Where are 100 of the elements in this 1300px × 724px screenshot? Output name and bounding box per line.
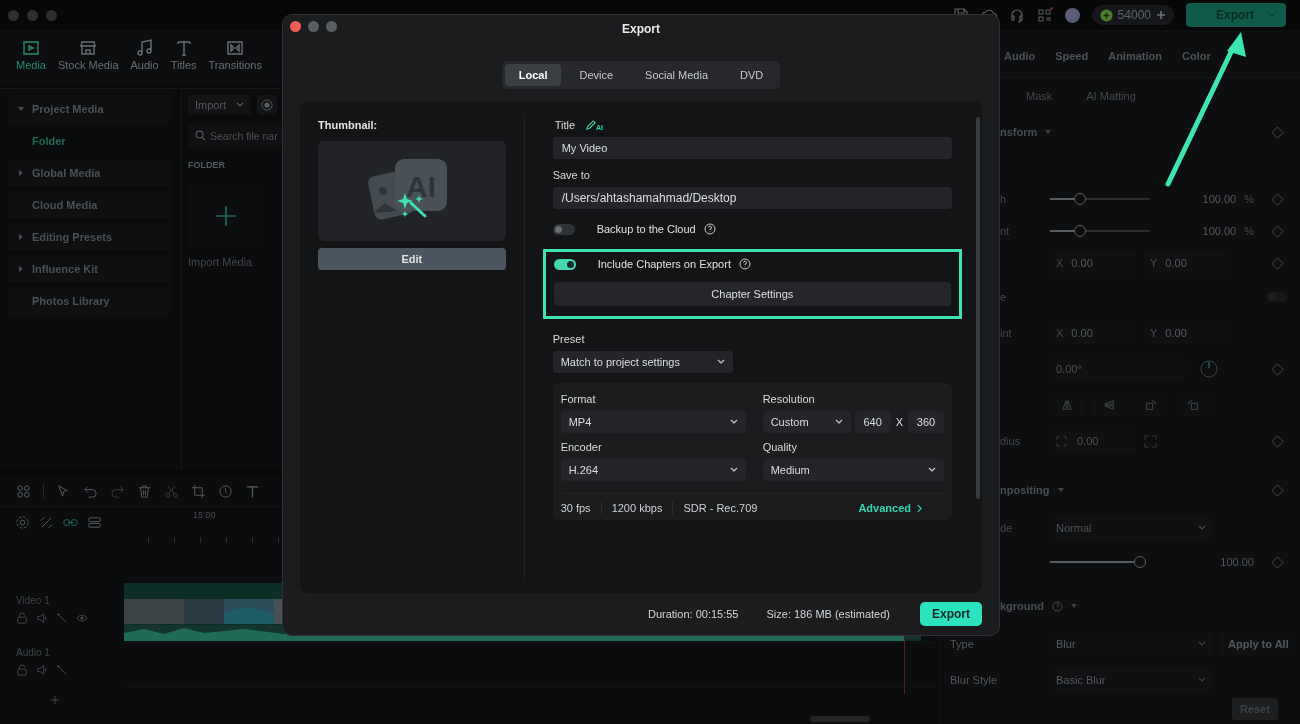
search-field[interactable]: Search file nar	[188, 123, 282, 148]
plus-icon[interactable]	[1156, 10, 1166, 20]
window-control[interactable]	[27, 9, 38, 21]
resolution-dropdown[interactable]: Custom	[762, 411, 851, 433]
window-control[interactable]	[46, 9, 57, 21]
path-field[interactable]: /Users/ahtashamahmad/Desktop	[552, 187, 952, 209]
sub-tab[interactable]: Mask	[1026, 90, 1053, 114]
title-field[interactable]: My Video	[552, 137, 952, 159]
sidebar-item[interactable]: Influence Kit	[8, 255, 173, 283]
caret-icon[interactable]	[18, 234, 24, 240]
chapter-settings-button[interactable]: Chapter Settings	[553, 282, 951, 306]
wand-icon[interactable]	[56, 612, 68, 624]
toggle-switch[interactable]	[553, 258, 576, 270]
headset-icon[interactable]	[1008, 7, 1025, 23]
sidebar-item[interactable]: Project Media	[8, 95, 173, 123]
keyframe-icon[interactable]	[1270, 362, 1284, 376]
eye-icon[interactable]	[76, 612, 88, 624]
slider[interactable]	[1050, 225, 1150, 237]
toolbar-tab[interactable]: Media	[16, 38, 46, 84]
properties-tab[interactable]: Color	[1181, 50, 1211, 77]
keyframe-icon[interactable]	[1270, 224, 1284, 238]
slider-thumb[interactable]	[1073, 193, 1086, 205]
preset-dropdown[interactable]: Match to project settings	[552, 351, 733, 373]
caret-icon[interactable]	[1071, 603, 1077, 609]
toolbar-tab[interactable]: Stock Media	[57, 38, 119, 84]
export-button[interactable]: Export	[920, 602, 982, 626]
apps-icon[interactable]	[1036, 7, 1053, 23]
caret-icon[interactable]	[18, 170, 24, 176]
pointer-icon[interactable]	[56, 483, 71, 499]
export-tab[interactable]: Device	[565, 64, 628, 86]
keyframe-icon[interactable]	[1270, 434, 1284, 448]
crop-icon[interactable]	[191, 483, 206, 499]
keyframe-icon[interactable]	[1270, 192, 1284, 206]
advanced-link[interactable]: Advanced	[858, 502, 922, 514]
caret-icon[interactable]	[18, 106, 24, 112]
window-control[interactable]	[8, 9, 19, 21]
unlink-icon[interactable]	[39, 515, 54, 530]
sub-tab[interactable]: AI Matting	[1086, 90, 1136, 114]
speaker-icon[interactable]	[36, 664, 48, 676]
encoder-dropdown[interactable]: H.264	[560, 459, 746, 481]
export-tab[interactable]: Local	[504, 64, 562, 86]
chevron-down-icon	[716, 359, 725, 365]
avatar[interactable]	[1064, 7, 1080, 23]
quality-dropdown[interactable]: Medium	[762, 459, 944, 481]
text-icon[interactable]	[245, 483, 260, 499]
zoom-button[interactable]	[326, 21, 337, 32]
close-button[interactable]	[290, 21, 301, 32]
toolbar-tab[interactable]: Audio	[130, 38, 159, 84]
speaker-icon[interactable]	[36, 612, 48, 624]
keyframe-icon[interactable]	[1270, 555, 1284, 569]
speed-icon[interactable]	[218, 483, 233, 499]
corner-icon[interactable]	[1144, 434, 1157, 448]
toolbar-tab[interactable]: Titles	[170, 38, 197, 84]
export-tab[interactable]: DVD	[726, 64, 778, 86]
format-dropdown[interactable]: MP4	[560, 411, 746, 433]
toolbar-tab[interactable]: Transitions	[208, 38, 262, 84]
keyframe-icon[interactable]	[1270, 483, 1284, 497]
chevron-down-icon	[834, 419, 843, 425]
slider[interactable]	[1050, 556, 1146, 568]
properties-tab[interactable]: Audio	[1004, 50, 1036, 77]
slider-thumb[interactable]	[1134, 556, 1146, 568]
chevron-down-icon	[729, 419, 738, 425]
toggle-switch[interactable]	[552, 223, 575, 235]
scrollbar-thumb[interactable]	[976, 117, 980, 499]
scroll-thumb[interactable]	[810, 716, 870, 722]
dial-icon[interactable]	[1200, 360, 1218, 378]
lock-icon[interactable]	[16, 664, 28, 676]
keyframe-icon[interactable]	[1270, 256, 1284, 270]
credits-pill[interactable]: 54000	[1091, 5, 1174, 25]
width-field[interactable]: 640	[854, 411, 891, 433]
gear-icon[interactable]	[15, 515, 30, 530]
properties-tab[interactable]: Speed	[1055, 50, 1089, 77]
sidebar-item[interactable]: Editing Presets	[8, 223, 173, 251]
sidebar-item[interactable]: Cloud Media	[8, 191, 173, 219]
flip-horizontal-icon	[1061, 399, 1073, 411]
import-dropdown[interactable]: Import	[188, 95, 252, 115]
lock-icon[interactable]	[16, 612, 28, 624]
import-media-label: Import Media	[188, 256, 254, 268]
wand-icon[interactable]	[56, 664, 68, 676]
track-icon[interactable]	[87, 515, 102, 530]
slider-thumb[interactable]	[1073, 225, 1086, 237]
record-button[interactable]	[257, 95, 278, 115]
slider[interactable]	[1050, 193, 1150, 205]
height-field[interactable]: 360	[908, 411, 944, 433]
keyframe-icon[interactable]	[1270, 125, 1284, 139]
export-tab[interactable]: Social Media	[631, 64, 723, 86]
caret-icon[interactable]	[18, 266, 24, 272]
scissors-icon[interactable]	[164, 483, 179, 499]
add-track-icon[interactable]	[50, 695, 60, 705]
sidebar-item[interactable]: Photos Library	[8, 287, 173, 315]
minimize-button[interactable]	[308, 21, 319, 32]
value-text: 100.00	[1202, 225, 1237, 237]
sidebar-item[interactable]: Folder	[8, 127, 173, 155]
delete-icon[interactable]	[137, 483, 152, 499]
sidebar-item[interactable]: Global Media	[8, 159, 173, 187]
caret-icon[interactable]	[1045, 129, 1052, 135]
properties-tab[interactable]: Animation	[1108, 50, 1162, 77]
edit-button[interactable]: Edit	[318, 248, 506, 270]
layout-icon[interactable]	[16, 483, 31, 499]
caret-icon[interactable]	[1057, 487, 1064, 493]
